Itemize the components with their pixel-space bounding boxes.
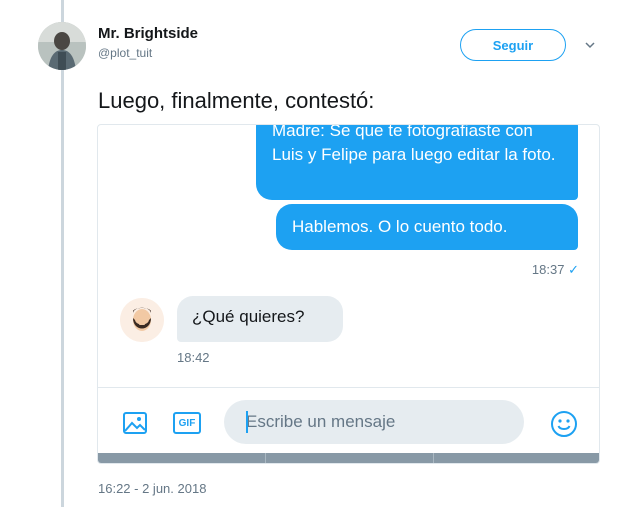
thread-line [61,0,64,507]
incoming-message-bubble: ¿Qué quieres? [177,296,343,342]
bar-segment [434,453,599,463]
author-display-name[interactable]: Mr. Brightside [98,25,198,42]
bearded-man-avatar [120,298,164,342]
bearded-man-avatar-icon [120,298,164,342]
read-check-icon: ✓ [568,262,579,277]
gif-icon[interactable]: GIF [173,412,201,434]
keyboard-edge-bar [98,453,599,463]
message-input[interactable] [224,400,524,444]
tweet-timestamp[interactable]: 16:22 - 2 jun. 2018 [98,481,206,496]
outgoing-timestamp: 18:37 ✓ [532,262,579,278]
follow-button[interactable]: Seguir [460,29,566,61]
author-handle[interactable]: @plot_tuit [98,46,152,60]
user-photo-avatar-icon [38,22,86,70]
emoji-icon[interactable] [550,410,578,438]
bar-segment [266,453,434,463]
bar-segment [98,453,266,463]
chat-screenshot-card: Madre: Se que te fotografiaste con Luis … [97,124,600,464]
text-cursor [246,411,248,433]
outgoing-message-bubble: Madre: Se que te fotografiaste con Luis … [256,125,578,200]
chevron-down-icon[interactable] [583,38,597,52]
outgoing-message-bubble: Hablemos. O lo cuento todo. [276,204,578,250]
outgoing-time: 18:37 [531,262,565,277]
image-icon[interactable] [122,410,148,436]
tweet-text: Luego, finalmente, contestó: [98,88,375,113]
message-composer: GIF [98,387,599,453]
incoming-timestamp: 18:42 [177,350,210,365]
author-avatar[interactable] [38,22,86,70]
